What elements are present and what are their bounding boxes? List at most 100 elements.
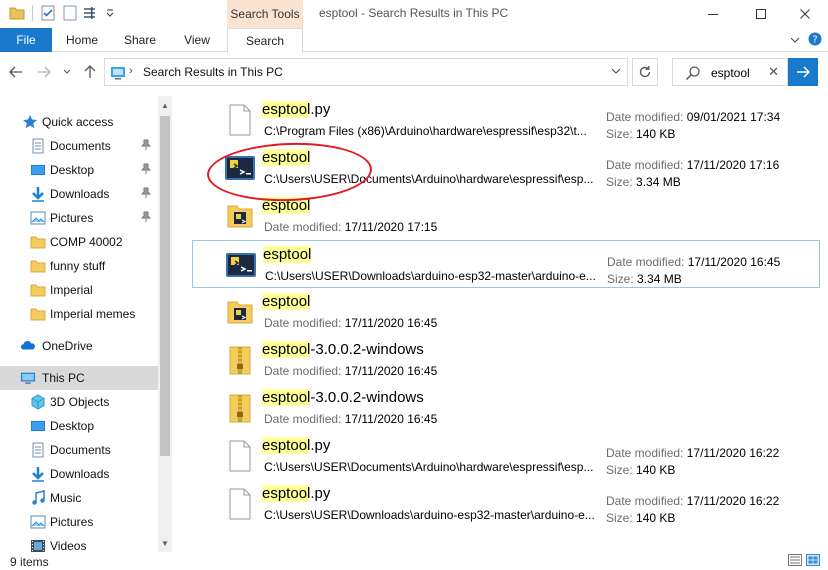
ribbon-tabs: File Home Share View Search (0, 28, 828, 53)
result-row[interactable]: esptool Date modified: 17/11/2020 17:15 (192, 192, 820, 240)
result-row[interactable]: esptool Date modified: 17/11/2020 16:45 (192, 288, 820, 336)
documents-icon (30, 138, 46, 154)
music-note-icon (30, 490, 46, 506)
nav-item-pictures[interactable]: Pictures (0, 206, 158, 230)
tab-home[interactable]: Home (56, 28, 108, 52)
pin-icon (140, 163, 152, 178)
file-icon (228, 488, 252, 520)
help-icon[interactable]: ? (808, 32, 822, 49)
nav-this-pc[interactable]: This PC (0, 366, 158, 390)
nav-item-downloads[interactable]: Downloads (0, 182, 158, 206)
result-row[interactable]: esptool C:\Users\USER\Documents\Arduino\h… (192, 144, 820, 192)
nav-quick-access[interactable]: Quick access (0, 110, 158, 134)
search-input[interactable] (711, 64, 765, 81)
close-button[interactable] (782, 0, 828, 28)
large-icons-view-icon[interactable] (806, 554, 820, 569)
python-app-icon (225, 249, 257, 281)
result-name[interactable]: esptool (263, 246, 312, 263)
result-path: C:\Program Files (x86)\Arduino\hardware\… (264, 124, 587, 138)
nav-label: OneDrive (42, 339, 93, 353)
tab-file[interactable]: File (0, 28, 52, 52)
navigation-scrollbar[interactable]: ▲ ▼ (158, 96, 172, 552)
breadcrumb[interactable]: Search Results in This PC (143, 65, 283, 79)
result-row[interactable]: esptool C:\Users\USER\Downloads\arduino-e… (192, 240, 820, 288)
recent-locations-button[interactable] (60, 62, 74, 82)
chevron-down-icon[interactable] (611, 65, 621, 79)
file-icon (228, 440, 252, 472)
result-name[interactable]: esptool-3.0.0.2-windows (262, 341, 424, 358)
nav-onedrive[interactable]: OneDrive (0, 334, 158, 358)
search-match-highlight: esptool (262, 293, 311, 310)
result-name[interactable]: esptool.py (262, 101, 330, 118)
nav-item-music[interactable]: Music (0, 486, 158, 510)
result-row[interactable]: esptool.py C:\Users\USER\Documents\Arduin… (192, 432, 820, 480)
result-size: Size: 3.34 MB (606, 175, 681, 189)
nav-label: Documents (50, 139, 111, 153)
search-box[interactable]: ✕ (672, 58, 788, 86)
result-name[interactable]: esptool (262, 197, 311, 214)
tab-share[interactable]: Share (114, 28, 166, 52)
properties-icon[interactable] (39, 4, 57, 22)
result-row[interactable]: esptool.py C:\Users\USER\Downloads\arduin… (192, 480, 820, 528)
nav-item-downloads[interactable]: Downloads (0, 462, 158, 486)
forward-button[interactable] (34, 62, 54, 82)
nav-item-folder[interactable]: funny stuff (0, 254, 158, 278)
result-date-inline: Date modified: 17/11/2020 16:45 (264, 412, 438, 426)
folder-python-icon (226, 296, 254, 328)
scroll-down-icon[interactable]: ▼ (158, 536, 172, 550)
result-name[interactable]: esptool.py (262, 485, 330, 502)
new-folder-icon[interactable] (61, 4, 79, 22)
minimize-button[interactable] (690, 0, 736, 28)
tab-search[interactable]: Search (227, 28, 303, 53)
address-bar[interactable]: › Search Results in This PC (104, 58, 628, 86)
result-size: Size: 140 KB (606, 511, 676, 525)
result-path: C:\Users\USER\Downloads\arduino-esp32-ma… (265, 269, 595, 283)
scrollbar-thumb[interactable] (160, 116, 170, 456)
refresh-button[interactable] (632, 58, 658, 86)
scroll-up-icon[interactable]: ▲ (158, 98, 172, 112)
nav-item-3d-objects[interactable]: 3D Objects (0, 390, 158, 414)
result-row[interactable]: esptool-3.0.0.2-windows Date modified: 17… (192, 384, 820, 432)
chevron-down-icon[interactable] (105, 4, 115, 22)
result-row[interactable]: esptool.py C:\Program Files (x86)\Arduino… (192, 96, 820, 144)
item-count: 9 items (10, 555, 49, 569)
nav-item-desktop[interactable]: Desktop (0, 158, 158, 182)
search-go-button[interactable] (788, 58, 818, 86)
status-bar: 9 items (0, 552, 828, 570)
nav-item-pictures[interactable]: Pictures (0, 510, 158, 534)
up-button[interactable] (80, 62, 100, 82)
nav-item-folder[interactable]: COMP 40002 (0, 230, 158, 254)
result-row[interactable]: esptool-3.0.0.2-windows Date modified: 17… (192, 336, 820, 384)
result-size: Size: 3.34 MB (607, 272, 682, 286)
window-title: esptool - Search Results in This PC (319, 6, 509, 20)
nav-label: COMP 40002 (50, 235, 123, 249)
nav-label: Quick access (42, 115, 114, 129)
python-app-icon (224, 152, 256, 184)
maximize-button[interactable] (738, 0, 784, 28)
nav-item-documents[interactable]: Documents (0, 438, 158, 462)
nav-label: Music (50, 491, 82, 505)
back-button[interactable] (6, 62, 26, 82)
clear-search-icon[interactable]: ✕ (768, 64, 779, 80)
result-path: C:\Users\USER\Documents\Arduino\hardware… (264, 460, 594, 474)
folder-icon (30, 234, 46, 250)
nav-item-folder[interactable]: Imperial (0, 278, 158, 302)
result-name[interactable]: esptool-3.0.0.2-windows (262, 389, 424, 406)
details-view-icon[interactable] (788, 554, 802, 569)
pin-icon (140, 211, 152, 226)
result-name[interactable]: esptool.py (262, 437, 330, 454)
result-name[interactable]: esptool (262, 149, 311, 166)
result-date-modified: Date modified: 17/11/2020 16:22 (606, 446, 780, 460)
search-match-highlight: esptool (262, 389, 311, 406)
desktop-icon (30, 162, 46, 178)
expand-ribbon-icon[interactable] (790, 34, 800, 48)
nav-label: Videos (50, 539, 87, 552)
tab-view[interactable]: View (172, 28, 222, 52)
customize-icon[interactable] (83, 4, 101, 22)
nav-item-folder[interactable]: Imperial memes (0, 302, 158, 326)
nav-label: Desktop (50, 163, 95, 177)
nav-item-documents[interactable]: Documents (0, 134, 158, 158)
nav-item-videos[interactable]: Videos (0, 534, 158, 552)
nav-item-desktop[interactable]: Desktop (0, 414, 158, 438)
result-name[interactable]: esptool (262, 293, 311, 310)
